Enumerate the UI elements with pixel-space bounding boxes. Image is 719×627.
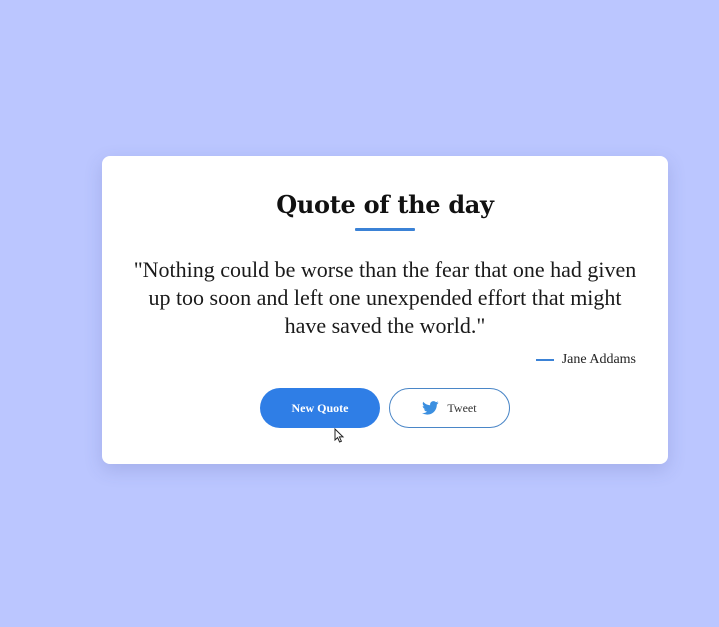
author-row: Jane Addams (535, 352, 636, 368)
title-underline (355, 228, 415, 231)
tweet-button[interactable]: Tweet (389, 388, 510, 428)
tweet-label: Tweet (447, 400, 477, 415)
quote-author: Jane Addams (561, 352, 636, 367)
quote-card: Quote of the day "Nothing could be worse… (102, 156, 668, 464)
author-dash (535, 359, 554, 361)
twitter-icon (422, 401, 440, 415)
quote-text: "Nothing could be worse than the fear th… (133, 257, 637, 338)
new-quote-label: New Quote (291, 400, 349, 415)
card-title: Quote of the day (276, 190, 494, 219)
new-quote-button[interactable]: New Quote (260, 388, 380, 428)
mouse-cursor-icon (334, 428, 345, 443)
